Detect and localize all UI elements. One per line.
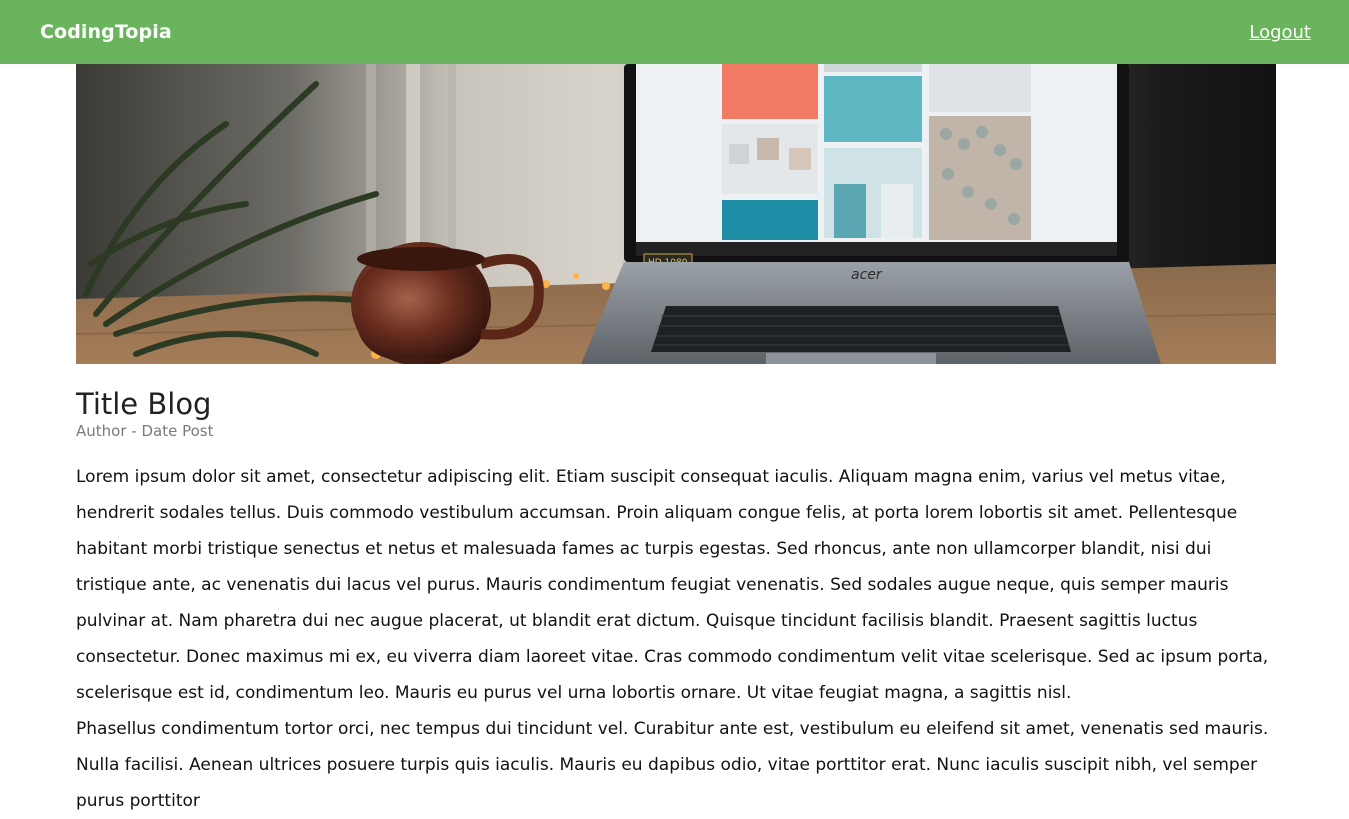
logout-link[interactable]: Logout [1249, 22, 1311, 43]
post-paragraph: Phasellus condimentum tortor orci, nec t… [76, 719, 1269, 811]
hero-image: HD 1080 acer [76, 64, 1276, 364]
post-paragraph: Lorem ipsum dolor sit amet, consectetur … [76, 467, 1269, 703]
post-title: Title Blog [76, 387, 212, 421]
blog-post: Title Blog Author - Date Post Lorem ipsu… [76, 384, 1276, 819]
post-meta: Author - Date Post [76, 422, 214, 440]
brand-logo[interactable]: CodingTopia [40, 21, 172, 43]
top-navbar: CodingTopia Logout [0, 0, 1349, 64]
laptop-desk-photo: HD 1080 acer [76, 64, 1276, 364]
laptop-brand-label: acer [851, 267, 883, 283]
post-body: Lorem ipsum dolor sit amet, consectetur … [76, 459, 1276, 819]
